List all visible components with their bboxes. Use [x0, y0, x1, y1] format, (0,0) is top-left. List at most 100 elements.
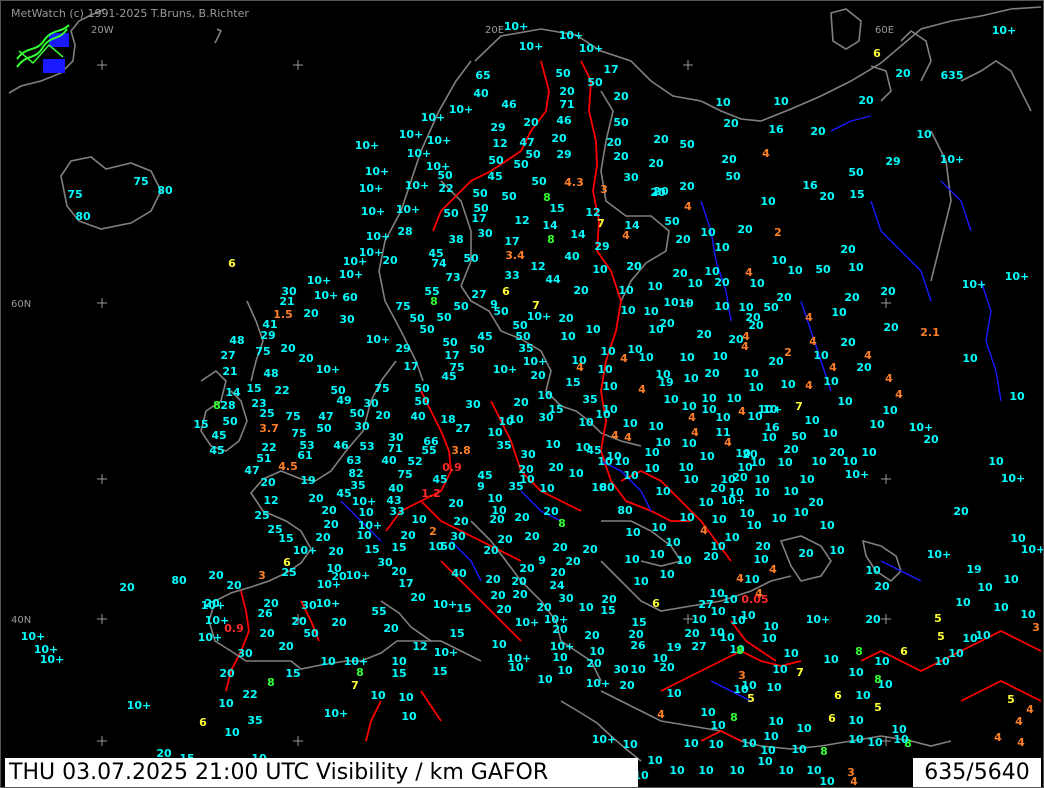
visibility-value: 10 — [683, 372, 699, 385]
visibility-value: 8 — [874, 673, 882, 686]
visibility-value: 10 — [754, 473, 770, 486]
visibility-value: 10+ — [324, 707, 349, 720]
visibility-value: 45 — [336, 487, 351, 500]
visibility-value: 14 — [570, 228, 586, 241]
visibility-value: 71 — [559, 98, 574, 111]
visibility-value: 20 — [519, 562, 535, 575]
visibility-value: 10+ — [365, 165, 390, 178]
visibility-value: 10 — [669, 764, 685, 777]
visibility-value: 10 — [740, 609, 756, 622]
visibility-value: 10 — [623, 469, 639, 482]
visibility-value: 30 — [613, 663, 629, 676]
visibility-value: 15 — [391, 541, 406, 554]
visibility-value: 48 — [263, 367, 278, 380]
visibility-value: 10 — [793, 506, 809, 519]
visibility-value: 10+ — [579, 42, 604, 55]
visibility-value: 4 — [769, 563, 777, 576]
visibility-value: 60 — [342, 291, 358, 304]
visibility-value: 12 — [263, 494, 278, 507]
visibility-value: 10+ — [201, 599, 226, 612]
copyright-text: MetWatch (c) 1991-2025 T.Bruns, B.Richte… — [11, 7, 249, 20]
visibility-value: 10+ — [515, 616, 540, 629]
map-canvas: 20W 20E 60E 60N 40N 10+10+10+ 10+1765 5020… — [8, 6, 1043, 787]
visibility-value: 10 — [773, 95, 789, 108]
visibility-value: 20 — [613, 90, 629, 103]
visibility-value: 29 — [594, 240, 609, 253]
visibility-value: 50 — [349, 407, 365, 420]
visibility-value: 20 — [226, 579, 242, 592]
visibility-value: 0.05 — [741, 593, 768, 606]
visibility-value: 75 — [67, 188, 82, 201]
visibility-value: 20 — [490, 589, 506, 602]
visibility-value: 10 — [712, 350, 728, 363]
visibility-value: 12 — [530, 260, 545, 273]
visibility-value: 15 — [549, 202, 564, 215]
visibility-value: 30 — [465, 398, 481, 411]
visibility-value: 10 — [644, 462, 660, 475]
visibility-value: 52 — [407, 455, 422, 468]
visibility-value: 4.3 — [564, 176, 584, 189]
visibility-value: 10+ — [317, 578, 342, 591]
visibility-value: 27 — [691, 640, 706, 653]
visibility-value: 50 — [791, 430, 807, 443]
visibility-value: 29 — [556, 148, 571, 161]
visibility-value: 20 — [260, 476, 276, 489]
visibility-value: 10+ — [293, 544, 318, 557]
visibility-value: 63 — [346, 454, 361, 467]
visibility-value: 1.2 — [421, 487, 441, 500]
visibility-value: 50 — [555, 67, 571, 80]
visibility-value: 7 — [351, 679, 359, 692]
visibility-value: 10+ — [1005, 270, 1030, 283]
visibility-value: 20 — [675, 233, 691, 246]
visibility-value: 50 — [453, 300, 469, 313]
visibility-value: 29 — [885, 155, 900, 168]
visibility-value: 10+ — [721, 494, 746, 507]
visibility-value: 28 — [397, 225, 412, 238]
visibility-value: 50 — [222, 415, 238, 428]
visibility-value: 4 — [624, 431, 632, 444]
visibility-value: 10 — [993, 601, 1009, 614]
visibility-value: 19 — [658, 376, 673, 389]
visibility-value: 20 — [383, 622, 399, 635]
visibility-value: 10 — [711, 513, 727, 526]
visibility-value: 10 — [545, 438, 561, 451]
visibility-value: 20 — [321, 504, 337, 517]
visibility-value: 21 — [222, 365, 237, 378]
visibility-value: 80 — [599, 481, 615, 494]
visibility-value: 10 — [709, 626, 725, 639]
visibility-value: 20 — [856, 361, 872, 374]
visibility-value: 20 — [375, 409, 391, 422]
visibility-value: 10 — [955, 596, 971, 609]
visibility-value: 10 — [760, 195, 776, 208]
visibility-value: 8 — [430, 295, 438, 308]
visibility-value: 20 — [679, 180, 695, 193]
visibility-value: 29 — [395, 342, 410, 355]
visibility-value: 4 — [885, 372, 893, 385]
visibility-value: 10+ — [366, 230, 391, 243]
visibility-value: 4 — [805, 379, 813, 392]
visibility-value: 8 — [736, 644, 744, 657]
visibility-value: 20 — [483, 544, 499, 557]
visibility-value: 10 — [320, 655, 336, 668]
visibility-value: 10+ — [449, 103, 474, 116]
visibility-value: 25 — [281, 566, 296, 579]
visibility-value: 7 — [796, 666, 804, 679]
visibility-value: 10 — [224, 726, 240, 739]
visibility-value: 10 — [679, 351, 695, 364]
visibility-value: 20 — [696, 328, 712, 341]
visibility-value: 45 — [487, 170, 502, 183]
visibility-value: 10 — [663, 393, 679, 406]
visibility-value: 20 — [653, 185, 669, 198]
visibility-value: 10 — [753, 553, 769, 566]
visibility-value: 10 — [778, 764, 794, 777]
visibility-value: 28 — [220, 399, 235, 412]
visibility-value: 20 — [586, 657, 602, 670]
visibility-value: 10 — [823, 653, 839, 666]
visibility-value: 10 — [491, 638, 507, 651]
visibility-value: 26 — [257, 607, 273, 620]
visibility-value: 21 — [279, 295, 294, 308]
visibility-value: 4 — [741, 340, 749, 353]
visibility-value: 10+ — [198, 631, 223, 644]
visibility-value: 10+ — [399, 128, 424, 141]
visibility-value: 10 — [710, 719, 726, 732]
